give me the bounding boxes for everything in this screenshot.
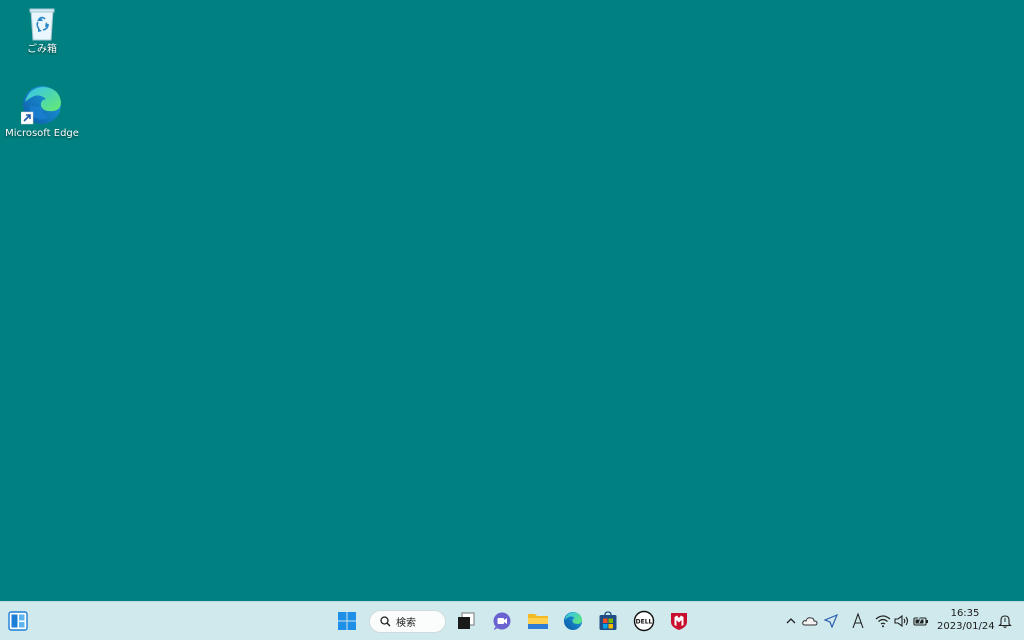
recycle-bin-shortcut[interactable]: ごみ箱 xyxy=(4,4,80,56)
widgets-icon xyxy=(8,611,28,631)
edge-taskbar-button[interactable] xyxy=(560,608,586,634)
edge-shortcut[interactable]: Microsoft Edge xyxy=(4,84,80,140)
store-button[interactable] xyxy=(595,608,621,634)
edge-label: Microsoft Edge xyxy=(5,128,79,139)
location-button[interactable] xyxy=(822,612,840,630)
search-label: 検索 xyxy=(396,618,416,629)
clock-date: 2023/01/24 xyxy=(937,621,995,632)
notification-bell-icon xyxy=(998,615,1012,628)
location-arrow-icon xyxy=(824,614,838,628)
taskbar: 検索 DELL 16:35 2023/01/24 xyxy=(0,601,1024,640)
chevron-up-icon xyxy=(786,618,796,624)
recycle-bin-icon xyxy=(29,8,55,41)
dell-button[interactable]: DELL xyxy=(631,608,657,634)
teams-chat-icon xyxy=(493,612,511,630)
ime-a-icon xyxy=(852,613,864,629)
dell-logo-icon: DELL xyxy=(633,610,655,632)
microsoft-store-icon xyxy=(599,611,617,630)
volume-button[interactable] xyxy=(893,612,911,630)
edge-icon xyxy=(21,86,61,125)
volume-icon xyxy=(894,614,909,628)
show-hidden-icons-button[interactable] xyxy=(782,612,800,630)
start-button[interactable] xyxy=(334,608,360,634)
task-view-button[interactable] xyxy=(453,608,479,634)
folder-icon xyxy=(528,614,548,629)
clock[interactable]: 16:35 2023/01/24 xyxy=(937,607,995,633)
clock-time: 16:35 xyxy=(950,608,980,619)
edge-taskbar-icon xyxy=(563,611,583,631)
mcafee-button[interactable] xyxy=(666,608,692,634)
wifi-icon xyxy=(875,615,891,628)
windows-logo-icon xyxy=(338,612,356,630)
mcafee-shield-icon xyxy=(671,613,687,630)
battery-charging-icon xyxy=(913,615,928,626)
svg-text:DELL: DELL xyxy=(636,619,653,626)
recycle-bin-label: ごみ箱 xyxy=(27,44,57,55)
widgets-button[interactable] xyxy=(5,608,31,634)
battery-button[interactable] xyxy=(912,612,930,630)
onedrive-cloud-icon xyxy=(802,617,818,626)
ime-mode-button[interactable] xyxy=(849,612,867,630)
chat-button[interactable] xyxy=(489,608,515,634)
desktop: ごみ箱 Microsoft Edge xyxy=(0,0,1024,601)
onedrive-button[interactable] xyxy=(801,612,819,630)
network-button[interactable] xyxy=(874,612,892,630)
file-explorer-button[interactable] xyxy=(525,608,551,634)
search-icon xyxy=(380,616,391,627)
task-view-icon xyxy=(458,612,475,629)
notification-button[interactable] xyxy=(996,612,1014,630)
search-box[interactable]: 検索 xyxy=(369,610,446,633)
